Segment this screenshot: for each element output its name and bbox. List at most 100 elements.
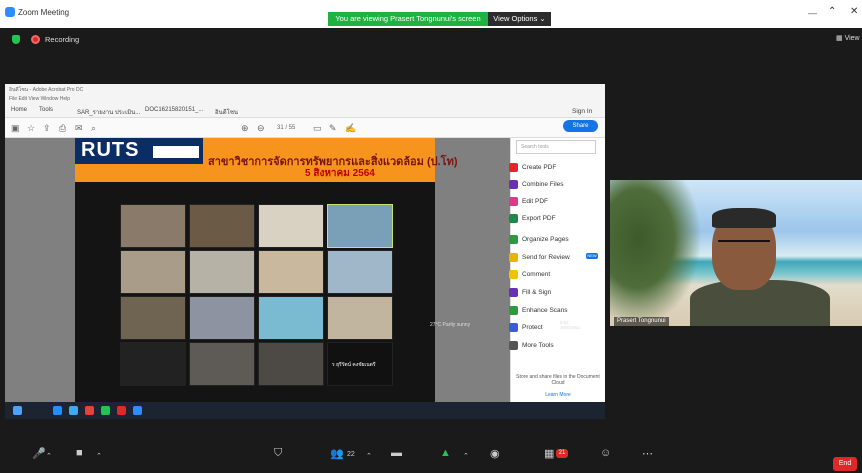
learn-more-link[interactable]: Learn More [516,392,600,398]
zoom-search-icon[interactable]: ⌕ [91,123,96,134]
tools-panel [510,138,605,402]
tool-send-for-review[interactable]: Send for Review [522,254,570,261]
prev-page-icon[interactable]: ⊕ [241,123,249,134]
mail-icon[interactable]: ✉ [75,123,83,134]
video-icon[interactable]: ■ [76,447,83,459]
page-indicator[interactable]: 31 / 55 [277,125,295,131]
notification-badge: 21 [556,449,568,458]
window-title: Zoom Meeting [18,8,70,17]
tool-more-tools[interactable]: More Tools [522,342,554,349]
video-tile [120,250,186,294]
zoom-logo-icon [5,7,15,17]
slide-date: 5 สิงหาคม 2564 [305,168,375,179]
tool-create-pdf[interactable]: Create PDF [522,164,556,171]
tool-combine-files[interactable]: Combine Files [522,181,564,188]
acrobat-menu: File Edit View Window Help [5,94,605,104]
security-icon[interactable]: ⛉ [274,447,282,460]
enhance-scans-icon [509,306,518,315]
share-button[interactable]: Share [563,120,598,132]
tab-doc-2[interactable]: DOC16215820151_... [145,107,203,113]
comment-tool-icon [509,270,518,279]
zoom-taskbar-icon[interactable] [133,406,142,415]
acrobat-titlebar: อินดีโซน - Adobe Acrobat Pro DC [5,84,605,94]
upload-icon[interactable]: ⇪ [43,123,51,134]
pen-icon[interactable]: ✎ [329,123,337,134]
tab-tools[interactable]: Tools [39,107,53,113]
windows-start-icon[interactable] [13,406,22,415]
tab-doc-3[interactable]: อินดีโซน [215,107,238,117]
speaker-glasses [718,240,770,250]
shared-screen: อินดีโซน - Adobe Acrobat Pro DC File Edi… [5,84,605,419]
ruts-logo: RUTS [81,139,140,161]
tab-doc-1[interactable]: SAR_รายงาน ประเมิน... [77,107,140,117]
explorer-icon[interactable] [53,406,62,415]
record-icon[interactable]: ◉ [490,447,500,460]
tool-fill-sign[interactable]: Fill & Sign [522,289,551,296]
sign-in-link[interactable]: Sign In [572,108,592,115]
line-icon[interactable] [101,406,110,415]
video-tile [258,204,324,248]
send-review-icon [509,253,518,262]
tool-export-pdf[interactable]: Export PDF [522,215,556,222]
end-button[interactable]: End [833,457,857,471]
more-icon[interactable]: ⋯ [642,447,653,460]
view-options-button[interactable]: View Options ⌄ [488,12,551,26]
video-tile [327,204,393,248]
chat-icon[interactable]: ▬ [391,447,402,459]
sign-icon[interactable]: ✍ [345,123,356,134]
reactions-icon[interactable]: ☺ [600,447,611,459]
recording-icon[interactable] [31,35,40,44]
acrobat-tabs: Home Tools SAR_รายงาน ประเมิน... DOC1621… [5,104,605,118]
tool-comment[interactable]: Comment [522,271,550,278]
recording-label: Recording [45,35,80,44]
export-pdf-icon [509,214,518,223]
palm-tree-background [610,180,702,326]
tool-edit-pdf[interactable]: Edit PDF [522,198,548,205]
comment-icon[interactable]: ▭ [313,123,322,134]
next-page-icon[interactable]: ⊖ [257,123,265,134]
tool-enhance-scans[interactable]: Enhance Scans [522,307,568,314]
minimize-icon[interactable]: — [808,8,817,18]
windows-taskbar [5,402,605,419]
shield-icon[interactable] [12,35,20,44]
share-options-icon[interactable]: ⌃ [463,452,469,460]
fill-sign-icon [509,288,518,297]
video-tile [189,296,255,340]
pin-icon[interactable]: ⌃ [828,6,836,17]
edge-icon[interactable] [69,406,78,415]
viewing-banner: You are viewing Prasert Tongnunui's scre… [328,12,488,26]
chrome-icon[interactable] [85,406,94,415]
audio-options-icon[interactable]: ⌃ [46,452,52,460]
ruts-logo-sub [153,146,199,158]
organize-pages-icon [509,235,518,244]
video-tile [327,250,393,294]
video-tile [327,296,393,340]
view-button[interactable]: ▦ View [836,34,860,42]
video-tile [120,296,186,340]
more-tools-icon [509,341,518,350]
document-cloud-text: Store and share files in the Document Cl… [516,374,600,386]
bookmark-icon[interactable]: ☆ [27,123,35,134]
tool-organize-pages[interactable]: Organize Pages [522,236,569,243]
video-tile [258,296,324,340]
participants-options-icon[interactable]: ⌃ [366,452,372,460]
breakout-rooms-icon[interactable]: ▦ [544,447,554,460]
video-tile: ร ยุรีรัตน์ คงชัยเนตรี [327,342,393,386]
video-tile [189,250,255,294]
search-tools-placeholder: Search tools [521,144,549,150]
mute-icon[interactable]: 🎤 [32,447,46,460]
share-screen-icon[interactable]: ▲ [440,447,451,459]
acrobat-toolbar: ▣ ☆ ⇪ ⎙ ✉ ⌕ ⊕ ⊖ 31 / 55 ▭ ✎ ✍ [5,118,605,138]
participants-icon[interactable]: 👥 [330,447,344,460]
video-tile [258,342,324,386]
acrobat-icon[interactable] [117,406,126,415]
taskbar-clock: 8:51 26/8/2564 [560,320,580,330]
save-icon[interactable]: ▣ [11,123,20,134]
print-icon[interactable]: ⎙ [59,123,66,134]
tab-home[interactable]: Home [11,107,27,113]
close-icon[interactable]: ✕ [850,6,858,17]
tile-caption: ร ยุรีรัตน์ คงชัยเนตรี [332,362,376,368]
new-badge: NEW [586,253,598,259]
tool-protect[interactable]: Protect [522,324,543,331]
video-options-icon[interactable]: ⌃ [96,452,102,460]
